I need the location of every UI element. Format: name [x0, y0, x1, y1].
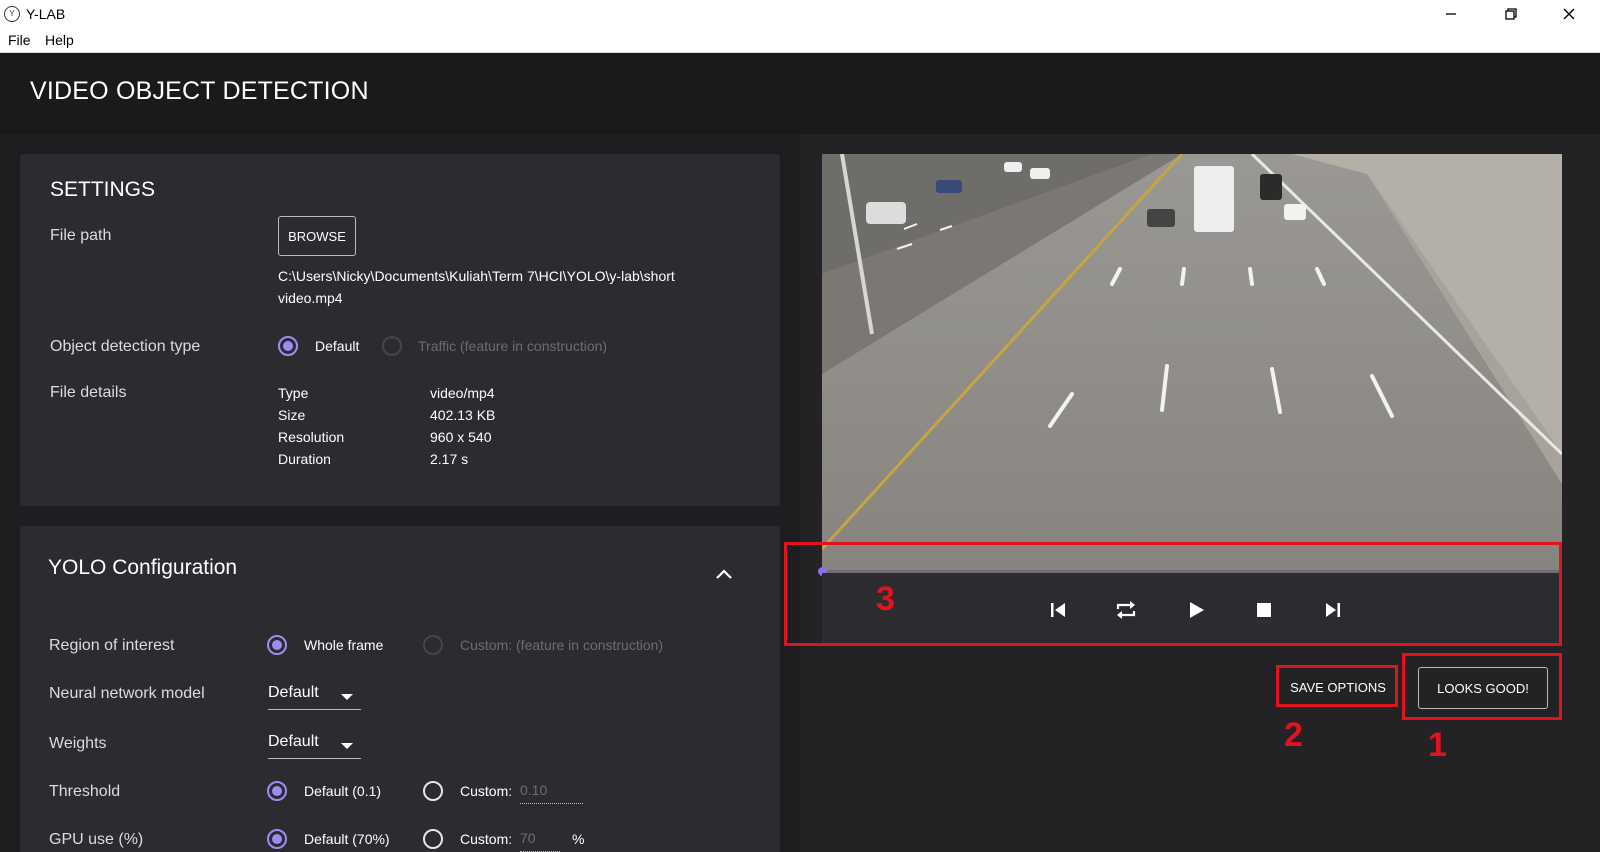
- detail-size-value: 402.13 KB: [430, 407, 496, 423]
- video-frame-image: [822, 154, 1562, 570]
- detection-type-label: Object detection type: [50, 338, 201, 355]
- detail-type-label: Type: [278, 385, 309, 401]
- detail-resolution-label: Resolution: [278, 429, 345, 445]
- file-path-text-line1: C:\Users\Nicky\Documents\Kuliah\Term 7\H…: [278, 268, 675, 284]
- annotation-number-2: 2: [1284, 716, 1303, 754]
- settings-card: SETTINGS File path BROWSE C:\Users\Nicky…: [20, 154, 780, 506]
- title-bar: Y Y-LAB: [0, 0, 1600, 28]
- page-header: VIDEO OBJECT DETECTION: [0, 53, 1600, 134]
- model-label: Neural network model: [49, 685, 205, 702]
- roi-custom-label: Custom: (feature in construction): [460, 637, 664, 653]
- threshold-default-radio[interactable]: [267, 781, 287, 801]
- detection-traffic-label: Traffic (feature in construction): [418, 338, 608, 354]
- yolo-config-card: YOLO Configuration Region of interest Wh…: [20, 526, 780, 852]
- dropdown-caret-icon: [341, 743, 353, 749]
- weights-select[interactable]: Default: [268, 729, 361, 759]
- gpu-default-radio[interactable]: [267, 829, 287, 849]
- menu-help[interactable]: Help: [45, 32, 74, 48]
- threshold-custom-radio[interactable]: [423, 781, 443, 801]
- model-select[interactable]: Default: [268, 680, 361, 710]
- detail-type-value: video/mp4: [430, 385, 495, 401]
- gpu-custom-input[interactable]: 70: [520, 828, 560, 852]
- file-details-label: File details: [50, 384, 127, 401]
- model-select-value: Default: [268, 684, 319, 701]
- minimize-button[interactable]: [1428, 0, 1474, 28]
- gpu-custom-radio[interactable]: [423, 829, 443, 849]
- weights-select-value: Default: [268, 733, 319, 750]
- annotation-number-3: 3: [876, 580, 895, 618]
- roi-custom-radio: [423, 635, 443, 655]
- menu-file[interactable]: File: [8, 32, 31, 48]
- annotation-number-1: 1: [1428, 726, 1447, 764]
- file-path-label: File path: [50, 227, 112, 244]
- detail-duration-label: Duration: [278, 451, 331, 467]
- annotation-box-3: [784, 542, 1562, 646]
- video-preview: [822, 154, 1562, 570]
- annotation-box-1: [1402, 653, 1562, 720]
- threshold-custom-label: Custom:: [460, 783, 513, 799]
- gpu-custom-label: Custom:: [460, 831, 513, 847]
- close-button[interactable]: [1546, 0, 1592, 28]
- restore-icon: [1505, 8, 1517, 20]
- threshold-custom-input[interactable]: 0.10: [520, 780, 583, 804]
- gpu-default-label: Default (70%): [304, 831, 390, 847]
- file-path-text-line2: video.mp4: [278, 290, 343, 306]
- settings-title: SETTINGS: [50, 178, 156, 201]
- roi-whole-frame-radio[interactable]: [267, 635, 287, 655]
- collapse-chevron-up-icon[interactable]: [716, 566, 732, 584]
- gpu-unit: %: [572, 831, 585, 847]
- page-title: VIDEO OBJECT DETECTION: [30, 77, 369, 105]
- detail-duration-value: 2.17 s: [430, 451, 469, 467]
- dropdown-caret-icon: [341, 694, 353, 700]
- weights-label: Weights: [49, 735, 107, 752]
- yolo-config-title: YOLO Configuration: [48, 556, 238, 579]
- detail-resolution-value: 960 x 540: [430, 429, 492, 445]
- minimize-icon: [1446, 13, 1456, 15]
- roi-label: Region of interest: [49, 637, 175, 654]
- detection-default-label: Default: [315, 338, 360, 354]
- maximize-button[interactable]: [1488, 0, 1534, 28]
- window-title: Y-LAB: [26, 6, 66, 22]
- detail-size-label: Size: [278, 407, 306, 423]
- annotation-box-2: [1276, 665, 1398, 707]
- ylab-logo-icon: Y: [4, 6, 20, 22]
- close-icon: [1563, 8, 1575, 20]
- left-pane: SETTINGS File path BROWSE C:\Users\Nicky…: [0, 134, 800, 852]
- gpu-use-label: GPU use (%): [49, 831, 144, 848]
- right-pane: SAVE OPTIONS LOOKS GOOD!: [800, 134, 1600, 852]
- threshold-label: Threshold: [49, 783, 121, 800]
- browse-button[interactable]: BROWSE: [278, 216, 356, 256]
- menu-bar: File Help: [0, 28, 1600, 53]
- detection-traffic-radio: [382, 336, 402, 356]
- detection-default-radio[interactable]: [278, 336, 298, 356]
- roi-whole-frame-label: Whole frame: [304, 637, 384, 653]
- threshold-default-label: Default (0.1): [304, 783, 382, 799]
